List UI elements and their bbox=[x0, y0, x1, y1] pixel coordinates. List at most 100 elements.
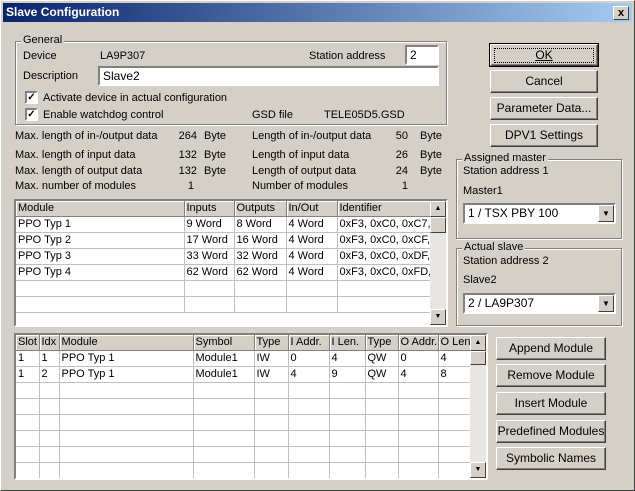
column-header-idx[interactable]: Idx bbox=[39, 335, 60, 351]
cell: 32 Word bbox=[234, 248, 287, 265]
cell: QW bbox=[365, 366, 399, 383]
scroll-down-icon[interactable]: ▼ bbox=[430, 309, 446, 325]
cancel-button[interactable]: Cancel bbox=[490, 70, 598, 93]
predefined-modules-button[interactable]: Predefined Modules bbox=[496, 420, 606, 443]
cell: PPO Typ 1 bbox=[16, 216, 185, 233]
actual-slave-legend: Actual slave bbox=[462, 241, 526, 253]
column-header-type-out[interactable]: Type bbox=[365, 335, 399, 351]
column-header-outputs[interactable]: Outputs bbox=[234, 201, 287, 217]
title-bar[interactable]: Slave Configuration x bbox=[3, 3, 632, 22]
insert-module-button[interactable]: Insert Module bbox=[496, 392, 606, 415]
column-header-o-len[interactable]: O Len bbox=[438, 335, 471, 351]
max-input-length-label: Max. length of input data bbox=[15, 149, 136, 161]
cell: 0xF3, 0xC0, 0xDF, bbox=[337, 248, 431, 265]
cell: 4 Word bbox=[286, 216, 338, 233]
cell: 0xF3, 0xC0, 0xCF, bbox=[337, 232, 431, 249]
description-input[interactable]: Slave2 bbox=[98, 66, 439, 86]
cell: 0xF3, 0xC0, 0xC7, bbox=[337, 216, 431, 233]
remove-module-button[interactable]: Remove Module bbox=[496, 364, 606, 387]
table-row[interactable]: 1 1 PPO Typ 1 Module1 IW 0 4 QW 0 4 bbox=[16, 350, 471, 367]
slot-list[interactable]: Slot Idx Module Symbol Type I Addr. I Le… bbox=[14, 333, 488, 480]
max-modules-value: 1 bbox=[187, 180, 194, 192]
parameter-data-button[interactable]: Parameter Data... bbox=[490, 97, 598, 120]
table-row bbox=[16, 280, 431, 297]
activate-device-checkbox[interactable]: ✓ bbox=[25, 91, 38, 104]
slot-list-scrollbar[interactable]: ▲ ▼ bbox=[470, 335, 486, 478]
io-length-unit: Byte bbox=[420, 130, 443, 142]
scroll-down-icon[interactable]: ▼ bbox=[470, 462, 486, 478]
module-list[interactable]: Module Inputs Outputs In/Out Identifier … bbox=[14, 199, 448, 327]
table-row bbox=[16, 296, 431, 313]
table-row[interactable]: PPO Typ 3 33 Word 32 Word 4 Word 0xF3, 0… bbox=[16, 248, 431, 265]
cell: 62 Word bbox=[234, 264, 287, 281]
watchdog-checkbox[interactable]: ✓ bbox=[25, 108, 38, 121]
station-address-input[interactable]: 2 bbox=[405, 45, 439, 65]
column-header-symbol[interactable]: Symbol bbox=[193, 335, 255, 351]
master-select-value: 1 / TSX PBY 100 bbox=[468, 206, 559, 220]
max-io-length-label: Max. length of in-/output data bbox=[15, 130, 158, 142]
cell: IW bbox=[254, 366, 289, 383]
close-icon[interactable]: x bbox=[613, 6, 629, 20]
slave-select-value: 2 / LA9P307 bbox=[468, 296, 535, 310]
output-length-label: Length of output data bbox=[252, 165, 356, 177]
dpv1-settings-button[interactable]: DPV1 Settings bbox=[490, 124, 598, 147]
column-header-module[interactable]: Module bbox=[16, 201, 185, 217]
station-address-label: Station address bbox=[309, 50, 386, 62]
module-list-scrollbar[interactable]: ▲ ▼ bbox=[430, 201, 446, 325]
cell: PPO Typ 1 bbox=[59, 350, 194, 367]
column-header-module[interactable]: Module bbox=[59, 335, 194, 351]
scroll-thumb[interactable] bbox=[470, 351, 486, 365]
scroll-up-icon[interactable]: ▲ bbox=[470, 335, 486, 351]
slave-select[interactable]: 2 / LA9P307 ▼ bbox=[463, 293, 616, 314]
column-header-inout[interactable]: In/Out bbox=[286, 201, 338, 217]
column-header-type[interactable]: Type bbox=[254, 335, 289, 351]
column-header-inputs[interactable]: Inputs bbox=[184, 201, 235, 217]
scroll-up-icon[interactable]: ▲ bbox=[430, 201, 446, 217]
cell: PPO Typ 1 bbox=[59, 366, 194, 383]
output-length-unit: Byte bbox=[420, 165, 443, 177]
ok-button[interactable]: OK bbox=[489, 43, 599, 67]
device-value: LA9P307 bbox=[100, 50, 146, 62]
window-title: Slave Configuration bbox=[6, 5, 120, 19]
master-select[interactable]: 1 / TSX PBY 100 ▼ bbox=[463, 203, 616, 224]
chevron-down-icon[interactable]: ▼ bbox=[598, 205, 614, 222]
cell: 4 bbox=[288, 366, 330, 383]
cell: PPO Typ 2 bbox=[16, 232, 185, 249]
max-modules-label: Max. number of modules bbox=[15, 180, 137, 192]
symbolic-names-button[interactable]: Symbolic Names bbox=[496, 447, 606, 470]
description-label: Description bbox=[23, 70, 79, 82]
max-input-length-unit: Byte bbox=[204, 149, 227, 161]
assigned-master-legend: Assigned master bbox=[462, 152, 548, 164]
cell: 0xF3, 0xC0, 0xFD, bbox=[337, 264, 431, 281]
max-io-length-value: 264 bbox=[178, 130, 197, 142]
master-name: Master1 bbox=[463, 185, 503, 197]
column-header-i-len[interactable]: I Len. bbox=[329, 335, 366, 351]
column-header-i-addr[interactable]: I Addr. bbox=[288, 335, 330, 351]
scroll-thumb[interactable] bbox=[430, 217, 446, 233]
table-row bbox=[16, 414, 471, 431]
device-label: Device bbox=[23, 50, 57, 62]
cell: 4 bbox=[438, 350, 471, 367]
table-row[interactable]: 1 2 PPO Typ 1 Module1 IW 4 9 QW 4 8 bbox=[16, 366, 471, 383]
cell: 4 Word bbox=[286, 248, 338, 265]
column-header-slot[interactable]: Slot bbox=[16, 335, 40, 351]
cell: Module1 bbox=[193, 366, 255, 383]
modules-count-value: 1 bbox=[401, 180, 408, 192]
input-length-unit: Byte bbox=[420, 149, 443, 161]
cell: 8 Word bbox=[234, 216, 287, 233]
cell: 4 Word bbox=[286, 264, 338, 281]
table-row[interactable]: PPO Typ 2 17 Word 16 Word 4 Word 0xF3, 0… bbox=[16, 232, 431, 249]
table-row bbox=[16, 430, 471, 447]
column-header-identifier[interactable]: Identifier bbox=[337, 201, 431, 217]
table-row[interactable]: PPO Typ 1 9 Word 8 Word 4 Word 0xF3, 0xC… bbox=[16, 216, 431, 233]
cell: PPO Typ 4 bbox=[16, 264, 185, 281]
ok-button-label: OK bbox=[535, 48, 553, 62]
cell: 33 Word bbox=[184, 248, 235, 265]
cell: QW bbox=[365, 350, 399, 367]
chevron-down-icon[interactable]: ▼ bbox=[598, 295, 614, 312]
table-row[interactable]: PPO Typ 4 62 Word 62 Word 4 Word 0xF3, 0… bbox=[16, 264, 431, 281]
slave-station-address: Station address 2 bbox=[463, 255, 549, 267]
cell: 16 Word bbox=[234, 232, 287, 249]
column-header-o-addr[interactable]: O Addr. bbox=[398, 335, 439, 351]
append-module-button[interactable]: Append Module bbox=[496, 337, 606, 360]
